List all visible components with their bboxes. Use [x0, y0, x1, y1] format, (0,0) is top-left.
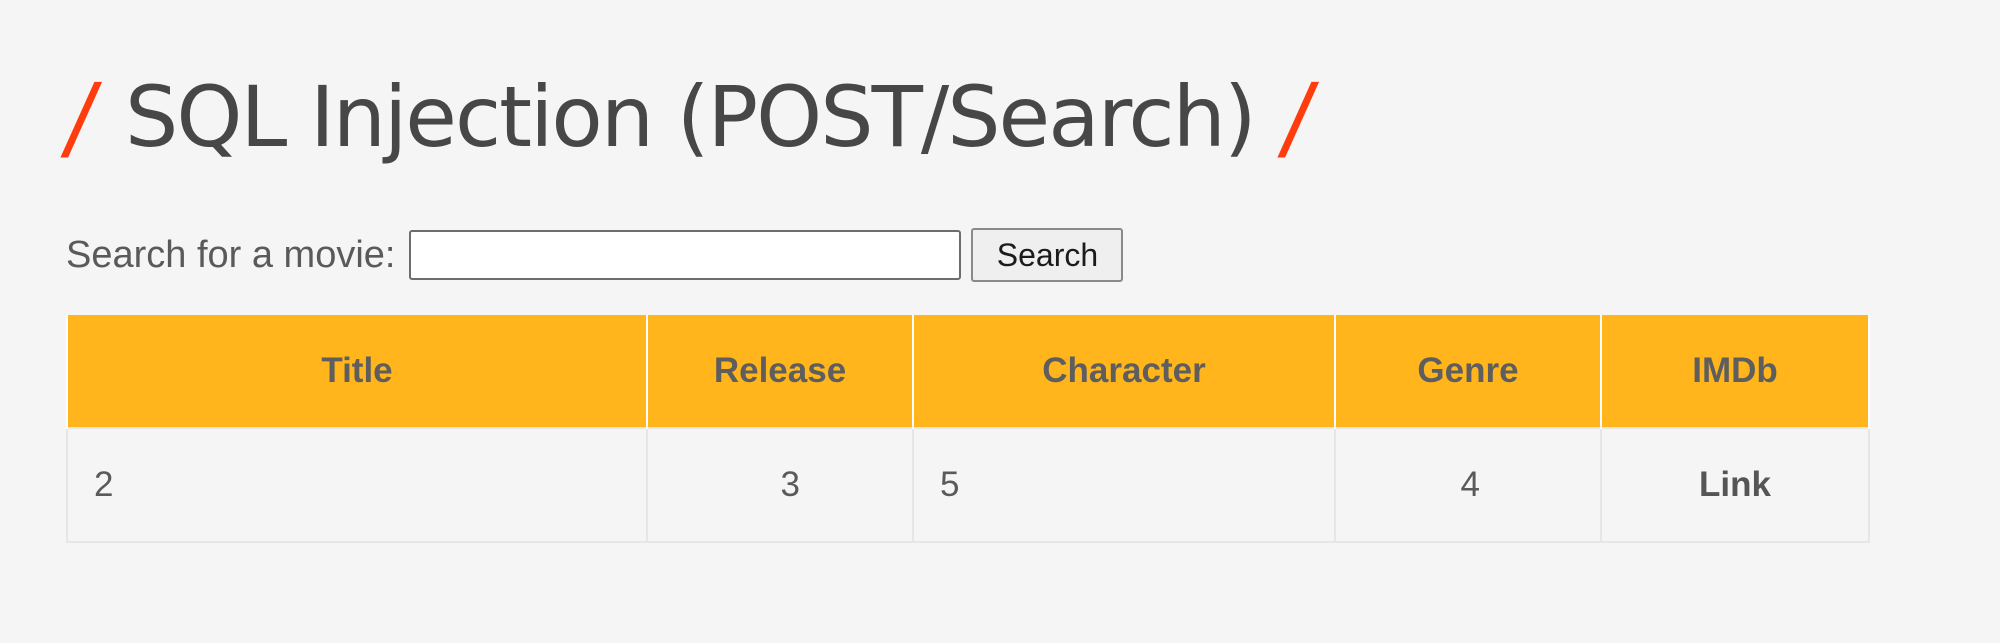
search-label: Search for a movie: [66, 233, 396, 276]
title-slash-left: / [58, 63, 105, 171]
results-table: Title Release Character Genre IMDb 2 3 5… [66, 315, 1870, 543]
search-button[interactable]: Search [971, 228, 1124, 282]
page-title-text: SQL Injection (POST/Search) [125, 68, 1257, 166]
imdb-link[interactable]: Link [1600, 427, 1870, 543]
column-header-title: Title [66, 315, 648, 428]
cell-release: 3 [646, 427, 914, 543]
table-row: 2 3 5 4 Link [66, 427, 1870, 543]
search-input[interactable] [409, 230, 962, 280]
cell-genre: 4 [1334, 427, 1602, 543]
column-header-genre: Genre [1334, 315, 1602, 428]
cell-title: 2 [66, 427, 648, 543]
search-form: Search for a movie: Search [66, 228, 1124, 282]
table-header-row: Title Release Character Genre IMDb [66, 315, 1870, 428]
title-slash-right: / [1275, 63, 1322, 171]
column-header-imdb: IMDb [1600, 315, 1870, 428]
page-title: / SQL Injection (POST/Search) / [58, 52, 1321, 182]
cell-character: 5 [912, 427, 1336, 543]
column-header-release: Release [646, 315, 914, 428]
column-header-character: Character [912, 315, 1336, 428]
